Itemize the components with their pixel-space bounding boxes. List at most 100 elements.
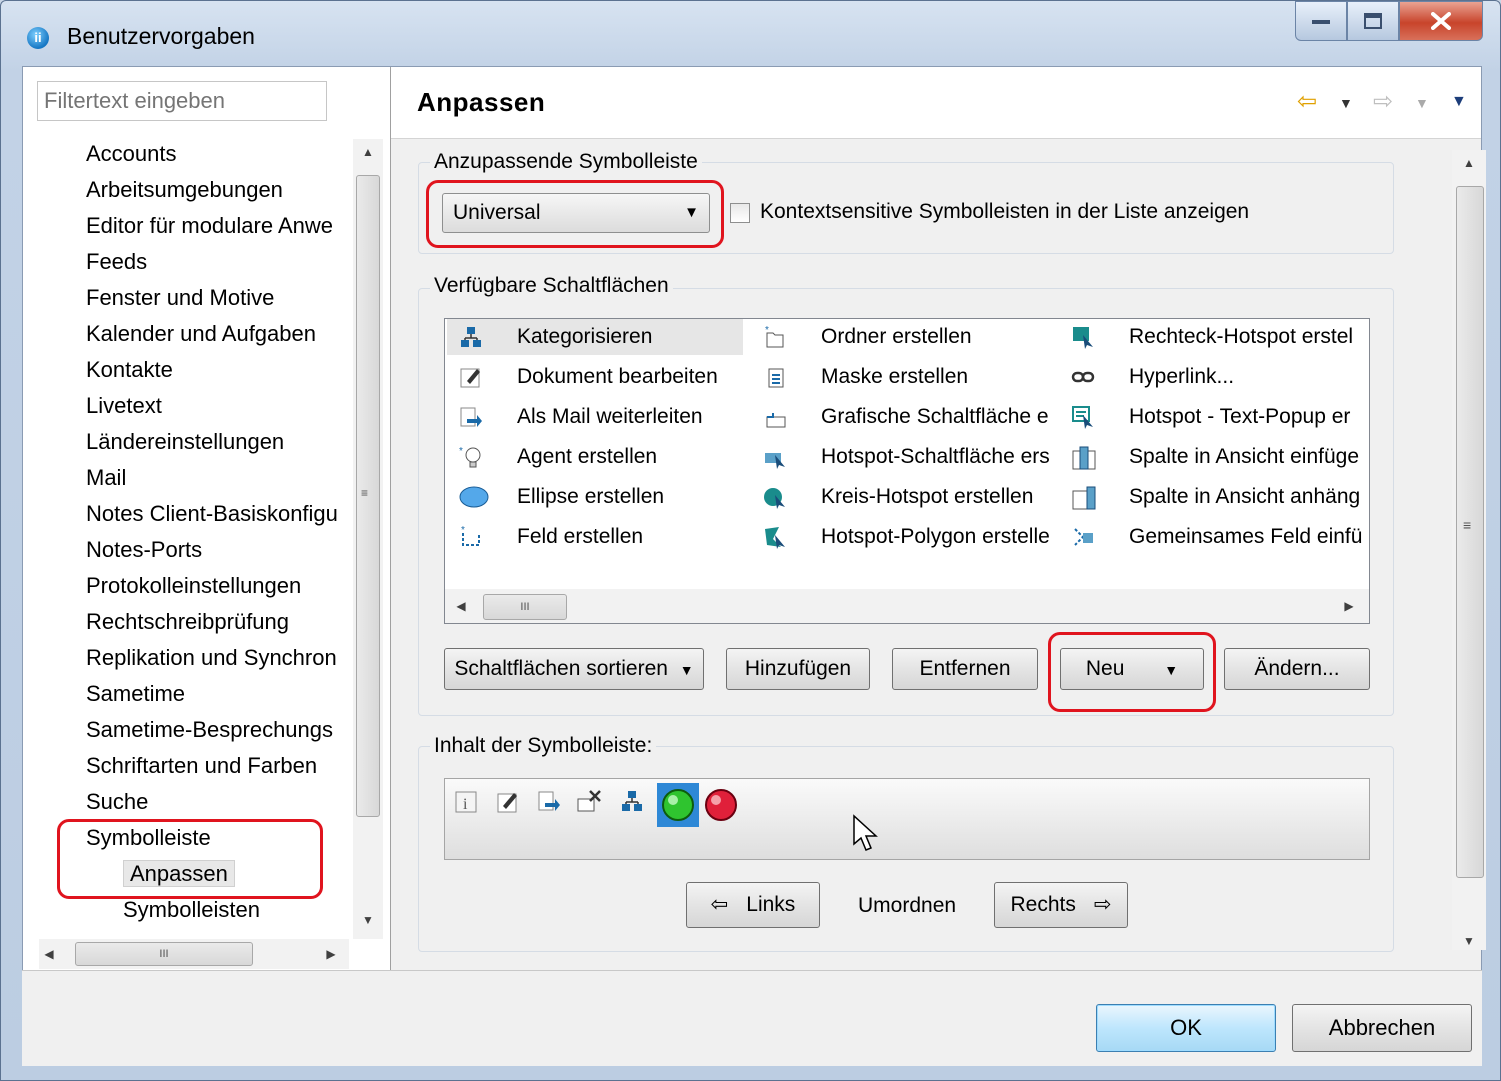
tree-item-accounts[interactable]: Accounts: [86, 137, 177, 171]
page-header: Anpassen ⇦ ▼ ⇨ ▼ ▼: [391, 67, 1481, 139]
tree-item-arbeitsumgebungen[interactable]: Arbeitsumgebungen: [86, 173, 283, 207]
list-item[interactable]: Maske erstellen: [751, 359, 1047, 395]
minimize-button[interactable]: [1295, 1, 1347, 41]
sort-buttons-dropdown[interactable]: Schaltflächen sortieren ▼: [444, 648, 704, 690]
move-left-button[interactable]: ⇦ Links: [686, 882, 820, 928]
forward-arrow-icon[interactable]: ⇨: [1373, 87, 1393, 116]
window-title: Benutzervorgaben: [67, 23, 255, 49]
tree-item-fenster[interactable]: Fenster und Motive: [86, 281, 274, 315]
highlight-toolbar-combo: [426, 180, 724, 248]
tree-item-schriftarten[interactable]: Schriftarten und Farben: [86, 749, 317, 783]
polygon-hotspot-icon: [763, 525, 787, 549]
forward-icon[interactable]: [535, 789, 565, 819]
list-item[interactable]: Dokument bearbeiten: [447, 359, 743, 395]
back-arrow-icon[interactable]: ⇦: [1297, 87, 1317, 116]
tree-item-laendereinstellungen[interactable]: Ländereinstellungen: [86, 425, 284, 459]
scroll-up-icon[interactable]: ▲: [1452, 156, 1486, 170]
list-item[interactable]: Ellipse erstellen: [447, 479, 743, 515]
list-item[interactable]: Hotspot - Text-Popup er: [1059, 399, 1369, 435]
ok-button[interactable]: OK: [1096, 1004, 1276, 1052]
content-vertical-scrollbar[interactable]: ▲ ≡ ▼: [1452, 150, 1486, 950]
left-arrow-icon: ⇦: [710, 893, 729, 916]
add-button[interactable]: Hinzufügen: [726, 648, 870, 690]
list-item[interactable]: * Agent erstellen: [447, 439, 743, 475]
scroll-down-icon[interactable]: ▼: [353, 913, 383, 927]
tree-scroll-thumb[interactable]: ≡: [356, 175, 380, 817]
tree-item-rechtschreibpruefung[interactable]: Rechtschreibprüfung: [86, 605, 289, 639]
tree-item-sametime-besprechungen[interactable]: Sametime-Besprechungs: [86, 713, 333, 747]
tree-item-kalender[interactable]: Kalender und Aufgaben: [86, 317, 316, 351]
list-hscroll-thumb[interactable]: III: [483, 594, 567, 620]
available-buttons-list[interactable]: Kategorisieren Dokument bearbeiten Als M…: [444, 318, 1370, 624]
tree-item-suche[interactable]: Suche: [86, 785, 148, 819]
list-item[interactable]: Als Mail weiterleiten: [447, 399, 743, 435]
tree-horizontal-scrollbar[interactable]: ◀ III ▶: [39, 939, 349, 969]
notes-app-icon: ii: [27, 27, 49, 49]
tree-item-livetext[interactable]: Livetext: [86, 389, 162, 423]
context-toolbars-label: Kontextsensitive Symbolleisten in der Li…: [760, 200, 1250, 223]
list-item[interactable]: Spalte in Ansicht anhäng: [1059, 479, 1369, 515]
tree-item-editor[interactable]: Editor für modulare Anwe: [86, 209, 333, 243]
scroll-left-icon[interactable]: ◀: [39, 947, 59, 961]
green-ball-icon[interactable]: [657, 783, 699, 827]
list-horizontal-scrollbar[interactable]: ◀ III ▶: [445, 589, 1369, 623]
categorize-icon: [459, 325, 483, 349]
remove-button[interactable]: Entfernen: [892, 648, 1038, 690]
page-title: Anpassen: [417, 87, 546, 117]
new-form-icon: [763, 365, 787, 389]
scroll-left-icon[interactable]: ◀: [449, 599, 473, 613]
circle-hotspot-icon: [763, 485, 787, 509]
list-item[interactable]: Hotspot-Schaltfläche ers: [751, 439, 1050, 475]
view-menu-icon[interactable]: ▼: [1451, 93, 1467, 111]
list-item[interactable]: Rechteck-Hotspot erstel: [1059, 319, 1369, 355]
red-ball-icon[interactable]: [703, 783, 739, 827]
tree-hscroll-thumb[interactable]: III: [75, 942, 253, 966]
tree-vertical-scrollbar[interactable]: ▲ ≡ ▼: [353, 139, 383, 939]
cancel-button[interactable]: Abbrechen: [1292, 1004, 1472, 1052]
tree-item-kontakte[interactable]: Kontakte: [86, 353, 173, 387]
ellipse-icon: [459, 485, 489, 509]
maximize-button[interactable]: [1347, 1, 1399, 41]
toolbar-select-group-label: Anzupassende Symbolleiste: [430, 150, 702, 174]
context-toolbars-checkbox[interactable]: [730, 203, 750, 223]
svg-text:*: *: [459, 446, 463, 457]
categorize-icon[interactable]: [617, 789, 647, 819]
content-scroll-thumb[interactable]: ≡: [1456, 186, 1484, 878]
scroll-right-icon[interactable]: ▶: [1337, 599, 1361, 613]
reorder-label: Umordnen: [858, 894, 957, 917]
info-icon[interactable]: i: [451, 789, 481, 819]
title-bar[interactable]: ii Benutzervorgaben: [1, 1, 1501, 67]
list-item[interactable]: Gemeinsames Feld einfü: [1059, 519, 1369, 555]
close-button[interactable]: [1399, 1, 1483, 41]
tree-item-feeds[interactable]: Feeds: [86, 245, 147, 279]
scroll-down-icon[interactable]: ▼: [1452, 934, 1486, 948]
tree-item-sametime[interactable]: Sametime: [86, 677, 185, 711]
tree-item-notes-client[interactable]: Notes Client-Basiskonfigu: [86, 497, 338, 531]
shared-field-icon: [1071, 525, 1095, 549]
list-item[interactable]: * Feld erstellen: [447, 519, 743, 555]
tree-item-protokoll[interactable]: Protokolleinstellungen: [86, 569, 301, 603]
scroll-right-icon[interactable]: ▶: [321, 947, 341, 961]
list-item[interactable]: Hyperlink...: [1059, 359, 1369, 395]
move-right-button[interactable]: Rechts ⇨: [994, 882, 1128, 928]
filter-input[interactable]: [37, 81, 327, 121]
list-item[interactable]: Kreis-Hotspot erstellen: [751, 479, 1047, 515]
scroll-up-icon[interactable]: ▲: [353, 145, 383, 159]
back-history-dropdown-icon[interactable]: ▼: [1339, 95, 1353, 111]
list-item[interactable]: Spalte in Ansicht einfüge: [1059, 439, 1369, 475]
change-button[interactable]: Ändern...: [1224, 648, 1370, 690]
tree-item-mail[interactable]: Mail: [86, 461, 126, 495]
field-icon: *: [459, 525, 483, 549]
available-buttons-group-label: Verfügbare Schaltflächen: [430, 274, 673, 298]
tree-item-replikation[interactable]: Replikation und Synchron: [86, 641, 337, 675]
list-item[interactable]: Grafische Schaltfläche e: [751, 399, 1049, 435]
list-item[interactable]: * Ordner erstellen: [751, 319, 1047, 355]
list-item[interactable]: Kategorisieren: [447, 319, 743, 355]
forward-history-dropdown-icon[interactable]: ▼: [1415, 95, 1429, 111]
text-popup-icon: [1071, 405, 1095, 429]
delete-icon[interactable]: [575, 789, 605, 819]
tree-item-notes-ports[interactable]: Notes-Ports: [86, 533, 202, 567]
list-item[interactable]: Hotspot-Polygon erstelle: [751, 519, 1050, 555]
toolbar-contents-area[interactable]: i: [444, 778, 1370, 860]
edit-icon[interactable]: [493, 789, 523, 819]
